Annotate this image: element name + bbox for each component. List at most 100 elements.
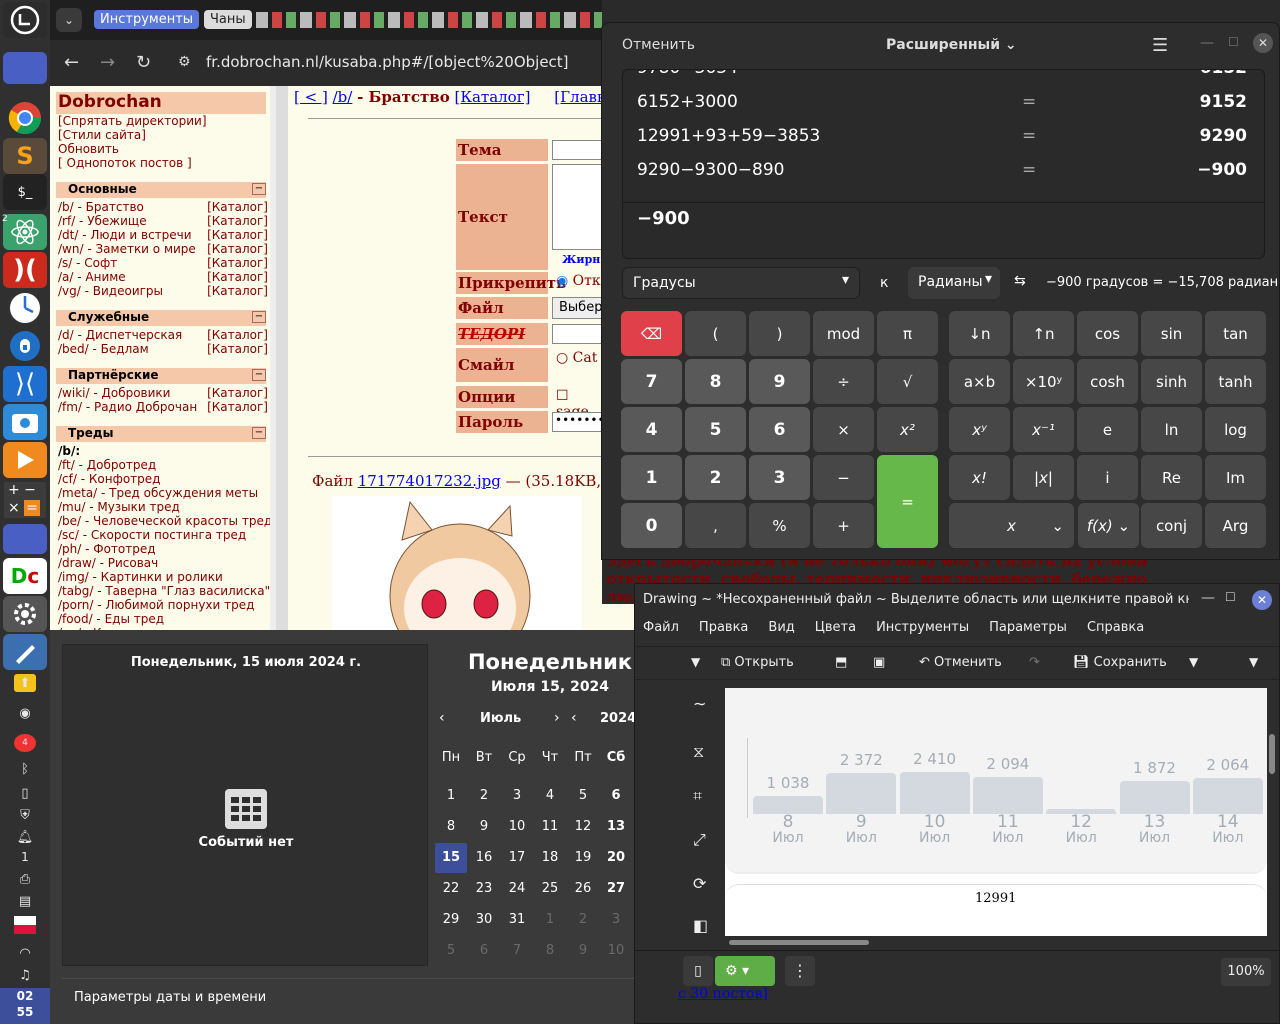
tool-options-button[interactable]: ⚙ ▾ [715,956,775,986]
keepassxc-icon[interactable] [3,328,47,364]
key-23[interactable]: × [813,407,874,452]
board-link[interactable]: /b/: [58,444,80,458]
board-link[interactable]: /b/ [333,88,353,106]
key-45[interactable]: x ⌄ [949,503,1074,548]
board-link[interactable]: /s/ - Софт [58,256,117,270]
open-button[interactable]: ⧉ Открыть [721,655,794,670]
key-35[interactable]: x! [949,455,1010,500]
password-input[interactable]: •••••••• [552,412,602,432]
history-row[interactable]: 12991+93+59−3853 = 9290 [637,119,1247,153]
catalog-link[interactable]: [Каталог] [207,342,268,356]
dropdown-arrow-icon[interactable]: ▼ [691,655,700,669]
calendar-day[interactable]: 31 [501,905,533,935]
calculator-app-icon[interactable]: + − × = [4,482,46,518]
calendar-day[interactable]: 15 [435,843,467,873]
frame-divider[interactable] [276,86,288,630]
history-row[interactable]: 6152+3000 = 9152 [637,85,1247,119]
display[interactable]: −900 [637,208,690,229]
single-thread-link[interactable]: [ Однопоток постов ] [58,156,192,170]
calendar-day[interactable]: 25 [534,874,566,904]
redo-icon[interactable]: ↷ [1029,655,1040,670]
clipboard-icon[interactable]: ▯ [14,784,36,802]
board-link[interactable]: /meta/ - Тред обсуждения меты [58,486,258,500]
shape-tool-icon[interactable]: ⧖ [693,742,704,762]
opera-icon[interactable]: )( [3,252,47,288]
board-link[interactable]: /porn/ - Любимой порнухи тред [58,598,254,612]
calendar-day[interactable]: 6 [600,781,632,811]
atom-icon[interactable] [3,214,47,250]
styles-link[interactable]: [Стили сайта] [58,128,146,142]
backspace-button[interactable]: ⌫ [621,311,682,356]
board-link[interactable]: /ph/ - Фототред [58,542,156,556]
key-42[interactable]: % [749,503,810,548]
catalog-link[interactable]: [Каталог] [207,270,268,284]
calendar-day[interactable]: 3 [600,905,632,935]
key-46[interactable]: f(x) ⌄ [1078,503,1139,548]
file-button[interactable]: Выбер [552,297,602,319]
prev-year-icon[interactable]: ‹ [571,710,577,726]
calendar-day[interactable]: 5 [435,936,467,966]
screenshot-icon[interactable] [3,404,47,440]
key-14[interactable]: √ [877,359,938,404]
key-13[interactable]: ÷ [813,359,874,404]
calendar-day[interactable]: 7 [501,936,533,966]
key-21[interactable]: 5 [685,407,746,452]
menu-4[interactable]: Инструменты [876,620,969,635]
calendar-day[interactable]: 17 [501,843,533,873]
workspace-icon[interactable] [3,52,47,84]
import-icon[interactable]: ⬒ [835,655,847,670]
key-15[interactable]: a×b [949,359,1010,404]
unit-from-select[interactable]: Градусы ▾ [622,267,860,299]
key-38[interactable]: Re [1141,455,1202,500]
key-11[interactable]: 8 [685,359,746,404]
captcha-input[interactable] [552,324,602,344]
notification-icon[interactable]: 4 [14,734,36,752]
clipboard-icon[interactable]: ▯ [683,956,713,986]
catalog-link[interactable]: [Каталог] [207,214,268,228]
attach-radio[interactable]: ◉ Отк [556,273,601,289]
calendar-day[interactable]: 3 [501,781,533,811]
board-link[interactable]: /wn/ - Заметки о мире [58,242,196,256]
next-month-icon[interactable]: › [554,710,560,726]
calendar-day[interactable]: 13 [600,812,632,842]
undo-button[interactable]: ↶ Отменить [919,655,1002,670]
mode-menu[interactable]: Расширенный ⌄ [886,37,1017,53]
key-6[interactable]: ↑n [1013,311,1074,356]
hide-dirs-link[interactable]: [Спрятать директории] [58,114,207,128]
save-button[interactable]: 💾︎ Сохранить [1073,655,1167,670]
calendar-day[interactable]: 27 [600,874,632,904]
board-link[interactable]: /tabg/ - Таверна "Глаз василиска" [58,584,270,598]
history-row[interactable]: 9780−3634 = 6152 [637,70,1247,85]
post-image[interactable] [332,496,582,630]
board-link[interactable]: /rf/ - Убежище [58,214,147,228]
equals-button[interactable]: = [877,455,938,548]
catalog-link[interactable]: [Каталог] [207,328,268,342]
save-options-icon[interactable]: ▼ [1189,655,1198,669]
key-16[interactable]: ×10ʸ [1013,359,1074,404]
board-link[interactable]: /mu/ - Музыки тред [58,500,180,514]
menu-6[interactable]: Справка [1087,620,1144,635]
key-10[interactable]: 7 [621,359,682,404]
catalog-link[interactable]: [Каталог] [207,200,268,214]
key-48[interactable]: Arg [1205,503,1266,548]
calendar-day[interactable]: 2 [567,905,599,935]
calendar-day[interactable]: 22 [435,874,467,904]
prev-link[interactable]: [ < ] [294,88,328,106]
key-24[interactable]: x² [877,407,938,452]
collapse-button[interactable]: − [252,427,266,439]
menu-5[interactable]: Параметры [989,620,1067,635]
board-link[interactable]: /dt/ - Люди и встречи [58,228,192,242]
board-link[interactable]: /food/ - Еды тред [58,612,164,626]
calendar-day[interactable]: 5 [567,781,599,811]
catalog-link[interactable]: [Каталог] [207,284,268,298]
music-icon[interactable]: ♫ [14,966,36,984]
catalog-link[interactable]: [Каталог] [207,242,268,256]
board-link[interactable]: /cf/ - Конфотред [58,472,160,486]
more-icon[interactable]: ⋮ [785,956,815,986]
site-info-icon[interactable]: ⚙ [178,54,191,70]
smile-radio[interactable]: ○ Cat [556,350,597,366]
key-29[interactable]: log [1205,407,1266,452]
calendar-day[interactable]: 4 [534,781,566,811]
key-41[interactable]: , [685,503,746,548]
key-40[interactable]: 0 [621,503,682,548]
